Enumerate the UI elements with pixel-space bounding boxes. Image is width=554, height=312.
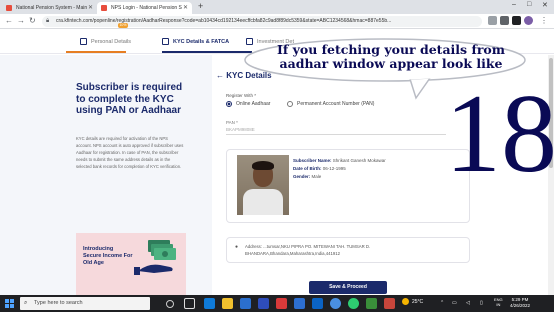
system-clock[interactable]: 5:29 PM 4/26/2022 [510,297,530,309]
location-pin-icon: ● [235,244,239,250]
gender-label: Gender: [293,174,311,179]
lang-line-2: IN [496,302,501,307]
promo-text: Introducing Secure Income For Old Age [83,246,133,266]
edge-icon[interactable] [204,298,215,309]
radio-pan[interactable]: Permanent Account Number (PAN) [287,101,374,107]
step-number: 18 [445,72,554,196]
browser-tab-strip: National Pension System - Main ✕ NPS Log… [0,0,554,14]
store-icon[interactable] [240,298,251,309]
puzzle-icon[interactable] [512,16,521,25]
network-icon[interactable]: ▭ [452,300,457,306]
subscriber-name-label: Subscriber Name: [293,158,332,163]
search-icon: ⌕ [24,300,28,306]
radio-online-aadhaar[interactable]: Online Aadhaar [226,101,270,107]
profile-avatar[interactable] [524,16,533,25]
reload-icon[interactable]: ↻ [29,16,36,25]
pan-field-label: PAN * [226,120,238,125]
step-personal-details[interactable]: Personal Details [80,38,131,45]
weather-temp: 25°C [412,298,424,305]
volume-icon[interactable]: ◁ [466,300,470,306]
extension-icon[interactable] [500,16,509,25]
step-kyc-details[interactable]: KYC Details & FATCA [162,38,229,45]
subscriber-name-row: Subscriber Name: Shrikant Ganesh Mokawar [293,158,386,163]
screen: National Pension System - Main ✕ NPS Log… [0,0,554,312]
info-body: KYC details are required for activation … [76,136,184,169]
address-value: ...tumsar,NKU PIPRA PO. MITEWANI TAH. TU… [245,244,371,256]
back-arrow-icon[interactable]: ← [216,71,224,80]
gender-row: Gender: Male [293,174,321,179]
windows-start-icon[interactable] [5,299,14,308]
excel-icon[interactable] [366,298,377,309]
subscriber-card: Subscriber Name: Shrikant Ganesh Mokawar… [226,149,470,223]
close-tab-icon[interactable]: ✕ [183,4,188,11]
pan-input-underline [226,134,446,135]
url-text: cra.kfintech.com/popenline/registration/… [56,18,392,24]
save-proceed-button[interactable]: Save & Proceed [309,281,387,294]
forward-icon[interactable]: → [17,16,25,25]
gender-value: Male [311,174,322,179]
cortana-icon[interactable] [166,300,174,308]
file-explorer-icon[interactable] [222,298,233,309]
step-label: KYC Details & FATCA [173,38,230,45]
browser-tab-nps-main[interactable]: National Pension System - Main ✕ [2,2,97,14]
clock-date: 4/26/2022 [510,303,531,308]
subscriber-photo [237,155,289,215]
back-icon[interactable]: ← [5,16,13,25]
sun-icon [402,298,409,305]
search-placeholder: Type here to search [34,300,83,306]
task-view-icon[interactable] [184,298,195,309]
minimize-button[interactable]: – [512,1,516,8]
step-progress-bar [66,51,126,53]
mail-icon[interactable] [258,298,269,309]
active-step-underline [162,51,252,53]
new-tab-button[interactable]: + [198,1,203,11]
tab-label: NPS Login - National Pension S [111,5,182,11]
subscriber-name-value: Shrikant Ganesh Mokawar [332,158,386,163]
extension-icon[interactable] [488,16,497,25]
word-icon[interactable] [294,298,305,309]
taskbar-search[interactable]: ⌕ Type here to search [20,297,150,310]
language-indicator[interactable]: ENG IN [494,297,503,307]
dob-label: Date of Birth: [293,166,322,171]
pan-input[interactable]: BKAPM9808E [226,127,255,132]
weather-widget[interactable]: 25°C [402,298,423,305]
address-bar[interactable]: 🔒︎ cra.kfintech.com/popenline/registrati… [42,16,482,27]
close-tab-icon[interactable]: ✕ [88,4,93,11]
radio-label: Online Aadhaar [236,101,271,107]
spotify-icon[interactable] [348,298,359,309]
windows-taskbar: ⌕ Type here to search 25°C ⌃ ▭ ◁ ▯ ENG I… [0,295,554,312]
id-card-icon [162,38,169,45]
user-doc-icon [80,38,87,45]
browser-toolbar: ← → ↻ 🔒︎ cra.kfintech.com/popenline/regi… [0,14,554,29]
address-card: ● Address: ...tumsar,NKU PIPRA PO. MITEW… [226,237,470,263]
lock-icon: 🔒︎ [46,18,50,24]
browser-tab-nps-login[interactable]: NPS Login - National Pension S ✕ [97,2,192,14]
info-title: Subscriber is required to complete the K… [76,82,183,116]
office-icon[interactable] [276,298,287,309]
radio-label: Permanent Account Number (PAN) [297,101,375,107]
annotation-text: If you fetching your details from aadhar… [277,42,505,71]
battery-icon[interactable]: ▯ [480,300,483,306]
tab-label: National Pension System - Main [16,5,88,11]
address-text: Address: ...tumsar,NKU PIPRA PO. MITEWAN… [245,243,460,257]
app-icon[interactable] [312,298,323,309]
chrome-icon[interactable] [330,298,341,309]
radio-unselected-icon [287,101,293,107]
menu-dots-icon[interactable]: ⋮ [540,16,548,25]
progress-badge: 10% [118,23,128,28]
dob-row: Date of Birth: 06-12-1995 [293,166,346,171]
address-label: Address: [245,244,262,249]
radio-selected-icon [226,101,232,107]
money-hand-icon [134,240,176,275]
powerpoint-icon[interactable] [384,298,395,309]
maximize-button[interactable]: □ [527,1,531,8]
promo-banner[interactable]: Introducing Secure Income For Old Age [76,233,186,295]
dob-value: 06-12-1995 [322,166,346,171]
info-panel: Subscriber is required to complete the K… [0,55,212,295]
close-window-button[interactable]: ✕ [542,1,548,9]
step-label: Personal Details [91,38,132,45]
tab-favicon-icon [101,5,107,11]
chevron-up-icon[interactable]: ⌃ [440,300,444,306]
tab-favicon-icon [6,5,12,11]
